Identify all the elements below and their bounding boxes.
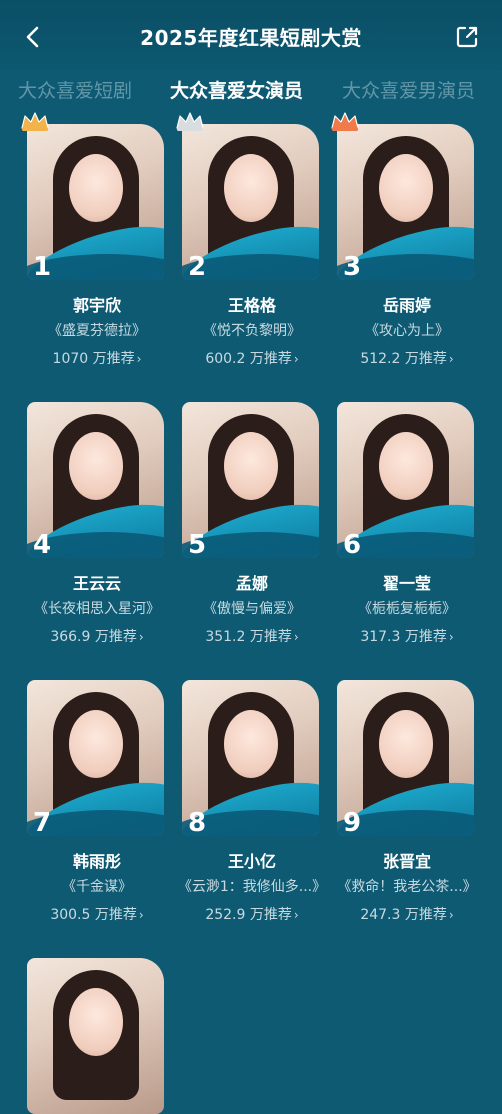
rank-number: 6 — [343, 530, 362, 558]
share-button[interactable] — [452, 22, 482, 52]
drama-title[interactable]: 《栀栀复栀栀》 — [327, 598, 487, 618]
actress-name[interactable]: 王云云 — [27, 570, 167, 594]
chevron-right-icon: › — [138, 908, 144, 922]
portrait-face — [69, 154, 123, 222]
actress-card[interactable]: 7 韩雨彤 《千金谋》 300.5 万推荐 › — [27, 666, 167, 926]
actress-name[interactable]: 张晋宜 — [337, 848, 477, 872]
rank-number: 8 — [188, 808, 207, 836]
portrait-face — [69, 988, 123, 1056]
rank-number: 3 — [343, 252, 362, 280]
recommend-count[interactable]: 600.2 万推荐 › — [182, 348, 322, 368]
tab-popular-actresses[interactable]: 大众喜爱女演员 — [170, 76, 303, 103]
chevron-right-icon: › — [448, 630, 454, 644]
actress-photo[interactable]: 4 — [27, 402, 164, 558]
portrait-face — [69, 432, 123, 500]
actress-photo[interactable]: 2 — [182, 124, 319, 280]
share-icon — [456, 26, 478, 48]
actress-name[interactable]: 王格格 — [182, 292, 322, 316]
recommend-count-label: 300.5 万推荐 — [50, 907, 137, 923]
actress-name[interactable]: 翟一莹 — [337, 570, 477, 594]
actress-card[interactable]: 2 王格格 《悦不负黎明》 600.2 万推荐 › — [176, 110, 322, 370]
recommend-count-label: 351.2 万推荐 — [205, 629, 292, 645]
page-title: 2025年度红果短剧大赏 — [140, 26, 362, 50]
actress-photo[interactable]: 3 — [337, 124, 474, 280]
recommend-count[interactable]: 366.9 万推荐 › — [27, 626, 167, 646]
actress-photo[interactable]: 1 — [27, 124, 164, 280]
recommend-count[interactable]: 300.5 万推荐 › — [27, 904, 167, 924]
recommend-count-label: 366.9 万推荐 — [50, 629, 137, 645]
actress-name[interactable]: 孟娜 — [182, 570, 322, 594]
portrait-face — [224, 710, 278, 778]
recommend-count-label: 512.2 万推荐 — [360, 351, 447, 367]
chevron-right-icon: › — [138, 630, 144, 644]
actress-card[interactable]: 1 郭宇欣 《盛夏芬德拉》 1070 万推荐 › — [21, 110, 167, 370]
recommend-count[interactable]: 252.9 万推荐 › — [182, 904, 322, 924]
actress-name[interactable]: 王小亿 — [182, 848, 322, 872]
category-tabs: 大众喜爱短剧 大众喜爱女演员 大众喜爱男演员 — [0, 70, 502, 110]
drama-title[interactable]: 《云渺1：我修仙多...》 — [172, 876, 332, 896]
recommend-count[interactable]: 1070 万推荐 › — [27, 348, 167, 368]
chevron-right-icon: › — [293, 630, 299, 644]
rank-number: 7 — [33, 808, 52, 836]
recommend-count-label: 600.2 万推荐 — [205, 351, 292, 367]
drama-title[interactable]: 《救命！我老公茶...》 — [327, 876, 487, 896]
chevron-right-icon: › — [293, 352, 299, 366]
actress-photo[interactable] — [27, 958, 164, 1114]
actress-card[interactable]: 9 张晋宜 《救命！我老公茶...》 247.3 万推荐 › — [337, 666, 477, 926]
rank-number: 4 — [33, 530, 52, 558]
actress-name[interactable]: 韩雨彤 — [27, 848, 167, 872]
tab-popular-dramas[interactable]: 大众喜爱短剧 — [18, 76, 132, 103]
drama-title[interactable]: 《长夜相思入星河》 — [17, 598, 177, 618]
rank-number: 1 — [33, 252, 52, 280]
actress-name[interactable]: 郭宇欣 — [27, 292, 167, 316]
actress-photo[interactable]: 6 — [337, 402, 474, 558]
portrait-face — [224, 154, 278, 222]
portrait-face — [379, 154, 433, 222]
crown-icon — [329, 110, 361, 132]
recommend-count[interactable]: 247.3 万推荐 › — [337, 904, 477, 924]
chevron-right-icon: › — [448, 908, 454, 922]
recommend-count[interactable]: 317.3 万推荐 › — [337, 626, 477, 646]
recommend-count-label: 247.3 万推荐 — [360, 907, 447, 923]
drama-title[interactable]: 《攻心为上》 — [327, 320, 487, 340]
actress-photo[interactable]: 5 — [182, 402, 319, 558]
recommend-count[interactable]: 351.2 万推荐 › — [182, 626, 322, 646]
chevron-right-icon: › — [136, 352, 142, 366]
actress-photo[interactable]: 8 — [182, 680, 319, 836]
actress-name[interactable]: 岳雨婷 — [337, 292, 477, 316]
portrait-face — [379, 432, 433, 500]
portrait-face — [69, 710, 123, 778]
header-bar: 2025年度红果短剧大赏 — [0, 0, 502, 70]
recommend-count-label: 252.9 万推荐 — [205, 907, 292, 923]
rank-number: 2 — [188, 252, 207, 280]
actress-card[interactable]: 6 翟一莹 《栀栀复栀栀》 317.3 万推荐 › — [337, 388, 477, 648]
crown-icon — [174, 110, 206, 132]
recommend-count[interactable]: 512.2 万推荐 › — [337, 348, 477, 368]
actress-photo[interactable]: 7 — [27, 680, 164, 836]
rank-number: 9 — [343, 808, 362, 836]
drama-title[interactable]: 《傲慢与偏爱》 — [172, 598, 332, 618]
portrait-face — [224, 432, 278, 500]
portrait-face — [379, 710, 433, 778]
rank-number: 5 — [188, 530, 207, 558]
recommend-count-label: 317.3 万推荐 — [360, 629, 447, 645]
actress-card-partial[interactable] — [27, 944, 167, 1114]
actress-card[interactable]: 3 岳雨婷 《攻心为上》 512.2 万推荐 › — [331, 110, 477, 370]
actress-card[interactable]: 4 王云云 《长夜相思入星河》 366.9 万推荐 › — [27, 388, 167, 648]
actress-card[interactable]: 5 孟娜 《傲慢与偏爱》 351.2 万推荐 › — [182, 388, 322, 648]
drama-title[interactable]: 《悦不负黎明》 — [172, 320, 332, 340]
tab-popular-actors[interactable]: 大众喜爱男演员 — [342, 76, 475, 103]
actress-card[interactable]: 8 王小亿 《云渺1：我修仙多...》 252.9 万推荐 › — [178, 666, 326, 926]
actress-photo[interactable]: 9 — [337, 680, 474, 836]
chevron-right-icon: › — [293, 908, 299, 922]
drama-title[interactable]: 《千金谋》 — [17, 876, 177, 896]
crown-icon — [19, 110, 51, 132]
recommend-count-label: 1070 万推荐 — [52, 351, 135, 367]
drama-title[interactable]: 《盛夏芬德拉》 — [17, 320, 177, 340]
chevron-right-icon: › — [448, 352, 454, 366]
